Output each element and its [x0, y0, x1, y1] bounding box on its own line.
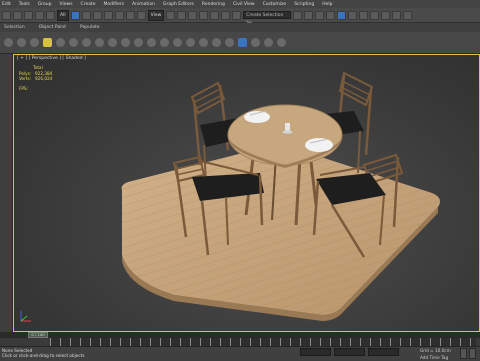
left-side-panel [0, 54, 13, 336]
track-bar[interactable] [50, 338, 476, 346]
rendered-frame-window-icon[interactable] [381, 10, 391, 20]
menu-tools[interactable]: Tools [19, 2, 30, 7]
ribbon-tabs: Selection Object Paint Populate [0, 23, 480, 32]
curve-editor-icon[interactable] [337, 10, 347, 20]
effects-icon[interactable] [264, 38, 273, 47]
door-icon[interactable] [186, 38, 195, 47]
move-icon[interactable] [114, 10, 124, 20]
layer-explorer-icon[interactable] [315, 10, 325, 20]
x-coordinate-field[interactable] [300, 348, 331, 356]
menu-scripting[interactable]: Scripting [294, 2, 314, 7]
system-icon[interactable] [95, 38, 104, 47]
environment-icon[interactable] [251, 38, 260, 47]
helper-icon[interactable] [69, 38, 78, 47]
scale-icon[interactable] [136, 10, 146, 20]
angle-snap-icon[interactable] [210, 10, 220, 20]
percent-snap-icon[interactable] [221, 10, 231, 20]
stairs-icon[interactable] [212, 38, 221, 47]
menu-customize[interactable]: Customize [263, 2, 287, 7]
window-icon[interactable] [199, 38, 208, 47]
render-setup-icon[interactable] [370, 10, 380, 20]
named-selection-sets-field[interactable]: Create Selection Se [243, 11, 292, 26]
coordinate-fields [300, 348, 399, 356]
particle-icon[interactable] [147, 38, 156, 47]
menu-views[interactable]: Views [60, 2, 73, 7]
align-icon[interactable] [304, 10, 314, 20]
bind-space-warp-icon[interactable] [46, 10, 55, 20]
playback-controls [460, 348, 476, 359]
undo-icon[interactable] [2, 10, 11, 20]
link-icon[interactable] [24, 10, 33, 20]
menu-animation[interactable]: Animation [132, 2, 155, 7]
box-primitive-icon[interactable] [4, 38, 13, 47]
window-crossing-icon[interactable] [103, 10, 113, 20]
grid-size-text: Grid = 10.0cm [420, 348, 451, 353]
keyboard-shortcut-icon[interactable] [188, 10, 198, 20]
mirror-icon[interactable] [293, 10, 303, 20]
redo-icon[interactable] [13, 10, 22, 20]
menu-rendering[interactable]: Rendering [202, 2, 225, 7]
perspective-viewport[interactable]: [ + ] [ Perspective ] [ Shaded ] Total P… [13, 54, 480, 332]
manipulate-icon[interactable] [177, 10, 187, 20]
menu-group[interactable]: Group [38, 2, 52, 7]
menu-civil-view[interactable]: Civil View [233, 2, 255, 7]
cylinder-primitive-icon[interactable] [30, 38, 39, 47]
wooden-floor [121, 144, 440, 321]
nurbs-icon[interactable] [173, 38, 182, 47]
patch-grid-icon[interactable] [160, 38, 169, 47]
time-slider[interactable]: 0 / 100 [28, 332, 48, 338]
auto-key-button[interactable] [460, 348, 467, 359]
camera-icon[interactable] [56, 38, 65, 47]
snaps-toggle-icon[interactable] [199, 10, 209, 20]
main-toolbar: All View Create Selection Se [0, 8, 480, 26]
toggle-ribbon-icon[interactable] [326, 10, 336, 20]
settings-icon[interactable] [277, 38, 286, 47]
render-iterative-icon[interactable] [403, 10, 413, 20]
compound-icon[interactable] [134, 38, 143, 47]
rotate-icon[interactable] [125, 10, 135, 20]
select-by-name-icon[interactable] [81, 10, 91, 20]
shape-icon[interactable] [108, 38, 117, 47]
schematic-view-icon[interactable] [348, 10, 358, 20]
glass [285, 123, 290, 131]
tab-object-paint[interactable]: Object Paint [39, 25, 66, 30]
spacewarp-icon[interactable] [82, 38, 91, 47]
sphere-primitive-icon[interactable] [17, 38, 26, 47]
selection-filter-dropdown[interactable]: All [57, 9, 69, 21]
axis-tripod-icon [20, 311, 31, 322]
unlink-icon[interactable] [35, 10, 44, 20]
aec-icon[interactable] [225, 38, 234, 47]
menu-graph-editors[interactable]: Graph Editors [163, 2, 194, 7]
menu-bar: Edit Tools Group Views Create Modifiers … [0, 0, 480, 8]
set-key-button[interactable] [469, 348, 476, 359]
geometry-icon[interactable] [121, 38, 130, 47]
spinner-snap-icon[interactable] [232, 10, 242, 20]
tab-populate[interactable]: Populate [80, 25, 100, 30]
light-icon[interactable] [43, 38, 52, 47]
menu-create[interactable]: Create [81, 2, 96, 7]
render-production-icon[interactable] [392, 10, 402, 20]
status-bar: None Selected Click or click-and-drag to… [0, 346, 480, 361]
ribbon-panel [0, 32, 480, 54]
menu-modifiers[interactable]: Modifiers [104, 2, 125, 7]
z-coordinate-field[interactable] [368, 348, 399, 356]
menu-help[interactable]: Help [322, 2, 332, 7]
rectangular-selection-icon[interactable] [92, 10, 102, 20]
status-prompt: None Selected Click or click-and-drag to… [2, 348, 85, 358]
reference-coordinate-dropdown[interactable]: View [147, 9, 165, 21]
status-hint-text: Click or click-and-drag to select object… [2, 353, 85, 358]
menu-edit[interactable]: Edit [2, 2, 11, 7]
plate-right [305, 138, 333, 152]
scene-render [121, 71, 440, 321]
add-time-tag-button[interactable]: Add Time Tag [420, 355, 448, 360]
tab-selection[interactable]: Selection [4, 25, 25, 30]
y-coordinate-field[interactable] [334, 348, 365, 356]
pivot-center-icon[interactable] [166, 10, 176, 20]
select-object-icon[interactable] [70, 10, 80, 20]
material-editor-icon[interactable] [359, 10, 369, 20]
render-icon[interactable] [238, 38, 247, 47]
